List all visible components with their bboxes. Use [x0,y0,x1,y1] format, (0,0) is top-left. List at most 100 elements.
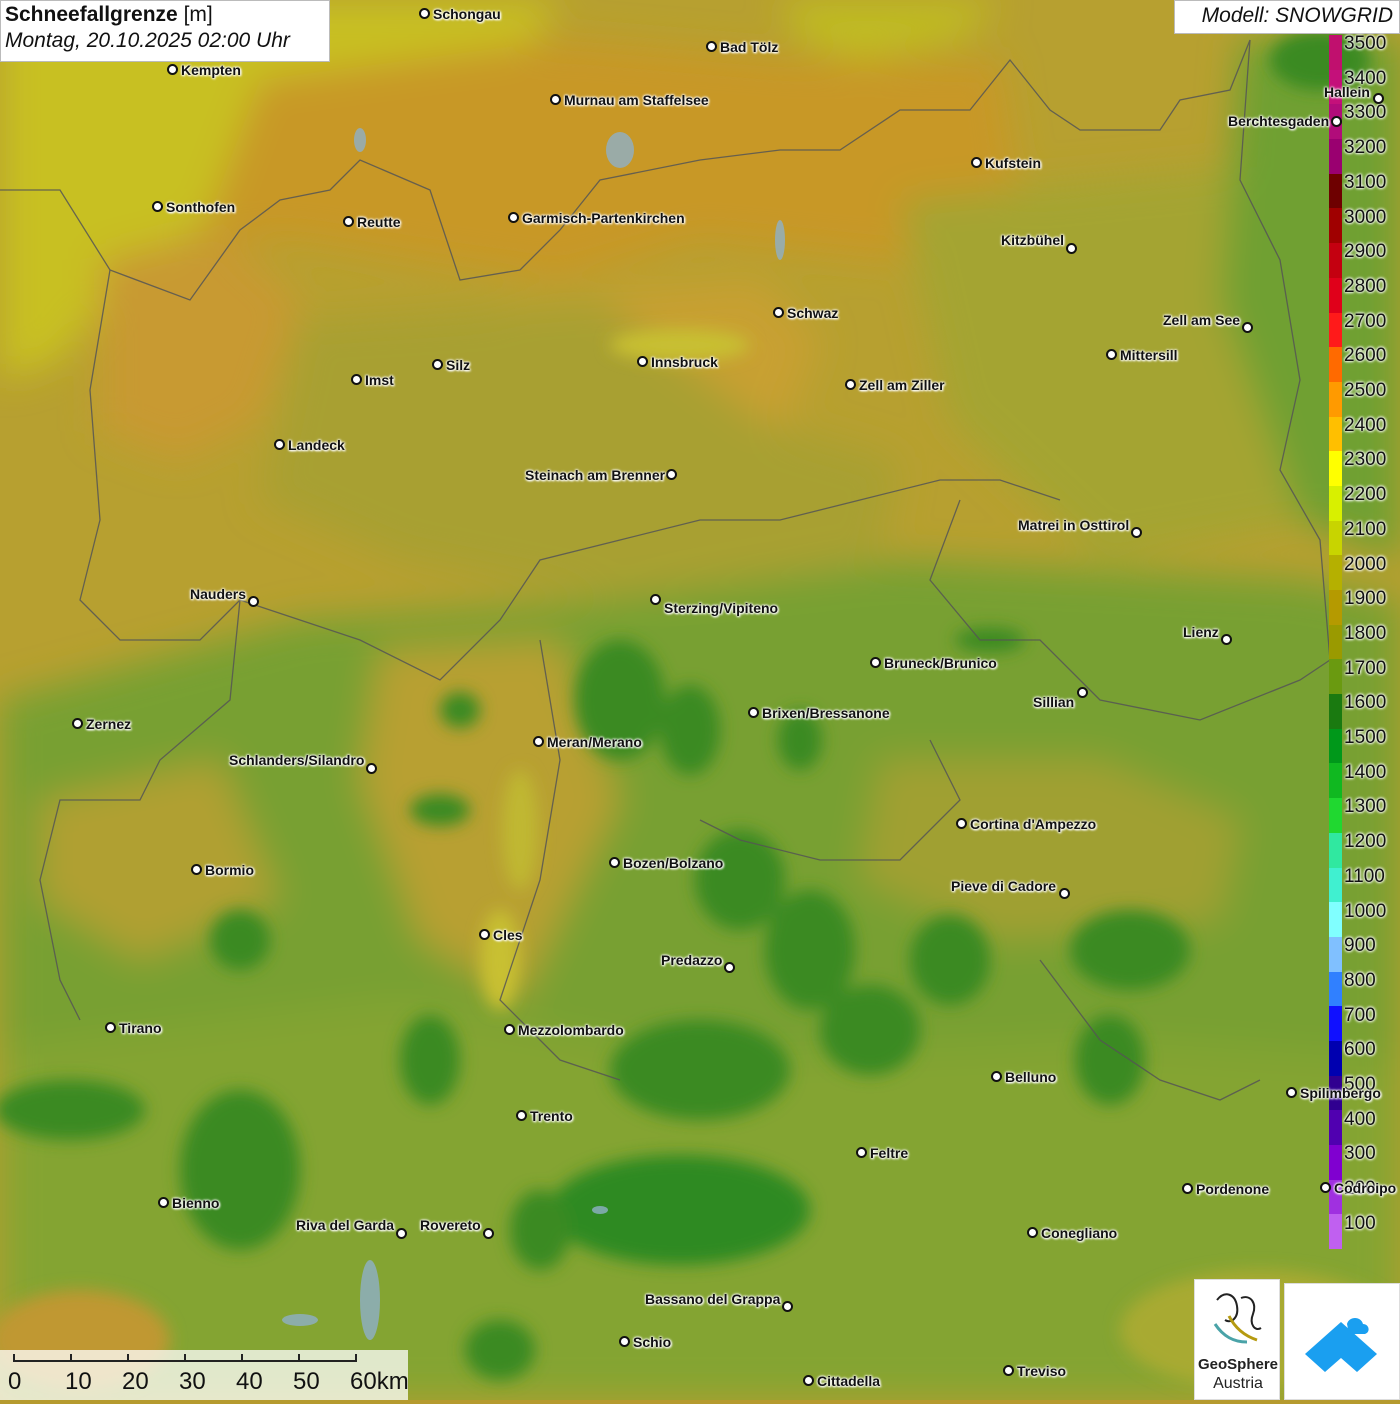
city-marker[interactable] [650,594,661,605]
city-label[interactable]: Cles [493,927,523,943]
city-label[interactable]: Schongau [433,6,501,22]
city-label[interactable]: Zell am See [1163,312,1240,328]
city-label[interactable]: Nauders [190,586,246,602]
city-label[interactable]: Matrei in Osttirol [1018,517,1129,533]
city-marker[interactable] [724,962,735,973]
city-label[interactable]: Zell am Ziller [859,377,945,393]
city-label[interactable]: Riva del Garda [296,1217,394,1233]
city-marker[interactable] [706,41,717,52]
city-label[interactable]: Mezzolombardo [518,1022,624,1038]
city-marker[interactable] [971,157,982,168]
city-marker[interactable] [158,1197,169,1208]
city-marker[interactable] [508,212,519,223]
city-marker[interactable] [396,1228,407,1239]
city-marker[interactable] [1106,349,1117,360]
city-label[interactable]: Schlanders/Silandro [229,752,364,768]
city-marker[interactable] [845,379,856,390]
city-label[interactable]: Garmisch-Partenkirchen [522,210,685,226]
city-label[interactable]: Bozen/Bolzano [623,855,723,871]
city-marker[interactable] [1003,1365,1014,1376]
city-marker[interactable] [504,1024,515,1035]
city-label[interactable]: Cortina d'Ampezzo [970,816,1096,832]
city-marker[interactable] [609,857,620,868]
city-label[interactable]: Imst [365,372,394,388]
city-label[interactable]: Kitzbühel [1001,232,1064,248]
city-label[interactable]: Lienz [1183,624,1219,640]
city-marker[interactable] [1373,93,1384,104]
city-marker[interactable] [1242,322,1253,333]
city-label[interactable]: Sterzing/Vipiteno [664,600,778,616]
city-label[interactable]: Bassano del Grappa [645,1291,780,1307]
city-marker[interactable] [1182,1183,1193,1194]
city-label[interactable]: Murnau am Staffelsee [564,92,709,108]
city-label[interactable]: Brixen/Bressanone [762,705,890,721]
city-label[interactable]: Meran/Merano [547,734,642,750]
city-marker[interactable] [666,469,677,480]
city-label[interactable]: Bad Tölz [720,39,778,55]
city-marker[interactable] [479,929,490,940]
city-label[interactable]: Feltre [870,1145,908,1161]
city-marker[interactable] [419,8,430,19]
city-marker[interactable] [533,736,544,747]
city-label[interactable]: Sonthofen [166,199,235,215]
city-marker[interactable] [1066,243,1077,254]
city-marker[interactable] [366,763,377,774]
city-label[interactable]: Hallein [1324,84,1370,100]
city-marker[interactable] [516,1110,527,1121]
city-marker[interactable] [191,864,202,875]
city-label[interactable]: Conegliano [1041,1225,1117,1241]
city-label[interactable]: Rovereto [420,1217,481,1233]
city-label[interactable]: Schwaz [787,305,838,321]
city-marker[interactable] [550,94,561,105]
city-marker[interactable] [748,707,759,718]
city-marker[interactable] [274,439,285,450]
city-label[interactable]: Mittersill [1120,347,1178,363]
city-marker[interactable] [1286,1087,1297,1098]
city-marker[interactable] [105,1022,116,1033]
city-marker[interactable] [351,374,362,385]
city-marker[interactable] [343,216,354,227]
city-marker[interactable] [432,359,443,370]
city-label[interactable]: Belluno [1005,1069,1056,1085]
city-marker[interactable] [803,1375,814,1386]
city-label[interactable]: Landeck [288,437,345,453]
city-marker[interactable] [619,1336,630,1347]
city-marker[interactable] [773,307,784,318]
city-marker[interactable] [1059,888,1070,899]
city-marker[interactable] [152,201,163,212]
city-label[interactable]: Cittadella [817,1373,880,1389]
city-marker[interactable] [782,1301,793,1312]
city-marker[interactable] [167,64,178,75]
city-label[interactable]: Trento [530,1108,573,1124]
city-label[interactable]: Treviso [1017,1363,1066,1379]
city-label[interactable]: Reutte [357,214,401,230]
city-label[interactable]: Berchtesgaden [1228,113,1329,129]
city-label[interactable]: Kufstein [985,155,1041,171]
snow-app-logo[interactable] [1284,1283,1400,1400]
city-label[interactable]: Bienno [172,1195,219,1211]
city-marker[interactable] [870,657,881,668]
city-label[interactable]: Kempten [181,62,241,78]
city-label[interactable]: Zernez [86,716,131,732]
city-label[interactable]: Pordenone [1196,1181,1269,1197]
city-label[interactable]: Bruneck/Brunico [884,655,997,671]
city-label[interactable]: Innsbruck [651,354,718,370]
city-label[interactable]: Pieve di Cadore [951,878,1056,894]
geosphere-logo[interactable]: GeoSphere Austria [1194,1279,1280,1400]
city-marker[interactable] [1027,1227,1038,1238]
city-marker[interactable] [1320,1182,1331,1193]
city-marker[interactable] [1131,527,1142,538]
city-label[interactable]: Steinach am Brenner [525,467,665,483]
city-label[interactable]: Tirano [119,1020,162,1036]
city-marker[interactable] [637,356,648,367]
city-label[interactable]: Silz [446,357,470,373]
city-marker[interactable] [1221,634,1232,645]
city-marker[interactable] [991,1071,1002,1082]
city-label[interactable]: Bormio [205,862,254,878]
city-marker[interactable] [1331,116,1342,127]
city-label[interactable]: Predazzo [661,952,722,968]
city-label[interactable]: Sillian [1033,694,1074,710]
city-marker[interactable] [856,1147,867,1158]
city-label[interactable]: Schio [633,1334,671,1350]
city-label[interactable]: Codroipo [1334,1180,1396,1196]
